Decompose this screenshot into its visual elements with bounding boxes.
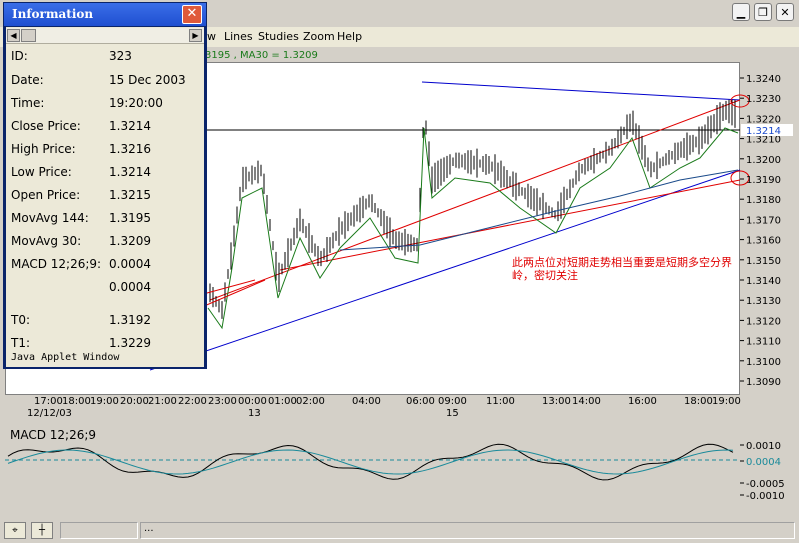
- info-row-label: MACD 12;26;9:: [11, 257, 102, 271]
- info-row-value: 1.3214: [109, 119, 151, 133]
- info-row-value: 1.3229: [109, 336, 151, 350]
- price-tick-label: 1.3110: [746, 337, 781, 348]
- time-tick-label: 17:00: [34, 396, 63, 407]
- price-tick-label: 1.3200: [746, 155, 781, 166]
- time-tick-label: 11:00: [486, 396, 515, 407]
- time-tick-label: 21:00: [148, 396, 177, 407]
- crosshair-icon: ⌖: [12, 525, 18, 536]
- time-tick-label: 06:00: [406, 396, 435, 407]
- information-window[interactable]: Information ✕ ◀ ▶ ID: 323 Date: 15 Dec 2003…: [3, 2, 207, 369]
- price-tick-label: 1.3130: [746, 296, 781, 307]
- time-tick-label: 18:00: [62, 396, 91, 407]
- info-row-label: Time:: [11, 96, 45, 110]
- ma30-line: [207, 127, 739, 330]
- hline-icon: ┼: [38, 525, 46, 536]
- macd-tick-label: 0.0010: [746, 441, 781, 452]
- price-tick-label: 1.3100: [746, 357, 781, 368]
- time-tick-label: 23:00: [208, 396, 237, 407]
- price-tick-label: 1.3240: [746, 74, 781, 85]
- status-field-1: [60, 522, 138, 539]
- info-row-label: Close Price:: [11, 119, 81, 133]
- info-row-label: Date:: [11, 73, 44, 87]
- time-tick-label: 22:00: [178, 396, 207, 407]
- info-body: ◀ ▶ ID: 323 Date: 15 Dec 2003 Time: 19:20:00 C…: [6, 27, 204, 367]
- info-row-label: High Price:: [11, 142, 76, 156]
- info-row-label: MovAvg 144:: [11, 211, 89, 225]
- info-row-label: ID:: [11, 49, 28, 63]
- price-tick-label: 1.3230: [746, 94, 781, 105]
- macd-tick-label: -0.0010: [746, 491, 785, 502]
- scroll-thumb[interactable]: [21, 29, 36, 42]
- status-field-2: ...: [140, 522, 795, 539]
- hline-tool-button[interactable]: ┼: [31, 522, 53, 539]
- macd-tick-label: 0.0004: [746, 457, 781, 468]
- info-row-label: Open Price:: [11, 188, 81, 202]
- price-tick-label: 1.3170: [746, 215, 781, 226]
- scroll-right-icon[interactable]: ▶: [189, 29, 202, 42]
- time-tick-label: 00:00: [238, 396, 267, 407]
- time-tick-label: 13:00: [542, 396, 571, 407]
- info-row-value: 1.3214: [109, 165, 151, 179]
- time-tick-label: 09:00: [438, 396, 467, 407]
- date-tick-label: 15: [446, 408, 459, 419]
- current-price-label: 1.3214: [746, 126, 781, 137]
- time-tick-label: 04:00: [352, 396, 381, 407]
- time-tick-label: 19:00: [90, 396, 119, 407]
- info-row-label: T0:: [11, 313, 31, 327]
- price-tick-label: 1.3140: [746, 276, 781, 287]
- time-axis: 17:00 18:00 19:00 20:00 21:00 22:00 23:00 00:00…: [27, 396, 741, 419]
- price-tick-label: 1.3120: [746, 316, 781, 327]
- info-row-value: 0.0004: [109, 257, 151, 271]
- info-close-button[interactable]: ✕: [182, 5, 202, 24]
- time-tick-label: 02:00: [296, 396, 325, 407]
- price-axis: 1.32401.32301.32201.32101.32001.31901.31…: [740, 74, 781, 388]
- macd-axis: 0.0010 0.0004 -0.0005-0.0010: [740, 441, 785, 502]
- price-bars: [209, 99, 736, 319]
- info-scrollbar[interactable]: ◀ ▶: [6, 28, 204, 44]
- price-tick-label: 1.3190: [746, 175, 781, 186]
- price-tick-label: 1.3180: [746, 195, 781, 206]
- macd-title: MACD 12;26;9: [10, 428, 97, 442]
- info-row-label: MovAvg 30:: [11, 234, 82, 248]
- info-row-value: 0.0004: [109, 280, 151, 294]
- scroll-left-icon[interactable]: ◀: [7, 29, 20, 42]
- macd-signal-line: [7, 449, 734, 475]
- info-title: Information: [12, 7, 94, 21]
- macd-tick-label: -0.0005: [746, 479, 785, 490]
- info-row-value: 1.3195: [109, 211, 151, 225]
- price-tick-label: 1.3150: [746, 256, 781, 267]
- info-row-label: T1:: [11, 336, 31, 350]
- date-tick-label: 12/12/03: [27, 408, 72, 419]
- info-row-value: 1.3209: [109, 234, 151, 248]
- time-tick-label: 16:00: [628, 396, 657, 407]
- time-tick-label: 14:00: [572, 396, 601, 407]
- resistance-trendline[interactable]: [421, 81, 741, 101]
- price-tick-label: 1.3160: [746, 236, 781, 247]
- annotation-text: 此两点位对短期走势相当重要是短期多空分界岭，密切关注: [512, 256, 732, 282]
- date-tick-label: 13: [248, 408, 261, 419]
- crosshair-tool-button[interactable]: ⌖: [4, 522, 26, 539]
- info-row-value: 19:20:00: [109, 96, 163, 110]
- status-bar: ⌖ ┼ ...: [0, 520, 799, 543]
- time-tick-label: 01:00: [268, 396, 297, 407]
- macd-line: [7, 443, 734, 481]
- applet-footer: Java Applet Window: [11, 352, 120, 363]
- close-icon: ✕: [186, 6, 198, 21]
- info-row-value: 1.3216: [109, 142, 151, 156]
- info-row-label: Low Price:: [11, 165, 72, 179]
- time-tick-label: 18:00: [684, 396, 713, 407]
- info-row-value: 15 Dec 2003: [109, 73, 186, 87]
- info-row-value: 323: [109, 49, 132, 63]
- info-row-value: 1.3215: [109, 188, 151, 202]
- price-tick-label: 1.3090: [746, 377, 781, 388]
- info-titlebar[interactable]: Information ✕: [4, 3, 206, 26]
- time-tick-label: 19:00: [712, 396, 741, 407]
- info-row-value: 1.3192: [109, 313, 151, 327]
- time-tick-label: 20:00: [120, 396, 149, 407]
- price-tick-label: 1.3220: [746, 114, 781, 125]
